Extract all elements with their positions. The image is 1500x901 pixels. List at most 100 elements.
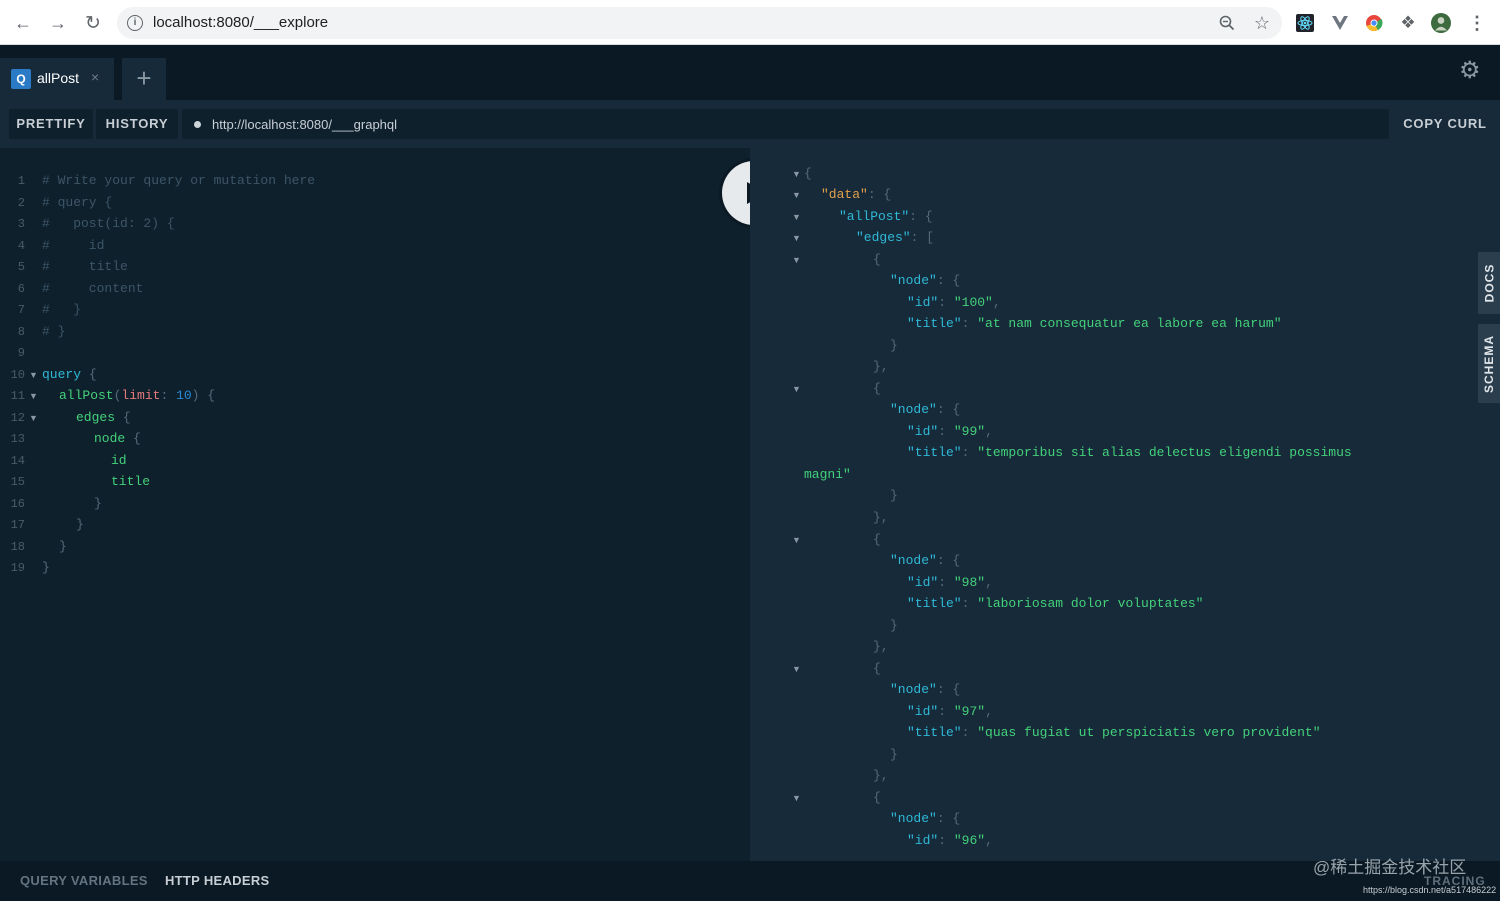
code-line[interactable]: # Write your query or mutation here [42,171,315,191]
fold-arrow-icon[interactable]: ▼ [792,659,801,679]
history-button[interactable]: HISTORY [96,109,178,139]
zoom-icon[interactable] [1217,13,1237,33]
line-number: 19 [10,561,25,575]
close-tab-icon[interactable]: × [91,69,99,85]
line-number: 1 [17,174,25,188]
http-headers-tab[interactable]: HTTP HEADERS [165,873,269,888]
json-line: } [890,747,898,762]
code-line-query[interactable]: query { [42,365,97,385]
query-tab[interactable]: Q allPost × [0,58,114,100]
line-number: 9 [17,346,25,360]
code-line[interactable]: # title [42,257,128,277]
prettify-button[interactable]: PRETTIFY [9,109,93,139]
schema-tab[interactable]: SCHEMA [1478,324,1500,403]
line-number: 5 [17,260,25,274]
code-line[interactable]: # } [42,322,65,342]
address-url[interactable]: localhost:8080/___explore [153,14,328,31]
json-line: }, [873,768,889,783]
code-line[interactable]: } [42,558,50,578]
json-line-id: "id": "99", [907,424,993,439]
code-line[interactable]: } [76,515,84,535]
line-number: 17 [10,518,25,532]
line-number: 8 [17,325,25,339]
json-line: }, [873,359,889,374]
post-id: 96 [961,833,978,848]
json-line: { [873,532,881,547]
json-line: { [873,790,881,805]
fold-arrow-icon[interactable]: ▼ [792,788,801,808]
json-line: }, [873,639,889,654]
line-number: 10 [10,368,25,382]
site-info-icon[interactable]: i [127,15,143,31]
code-line[interactable]: # content [42,279,143,299]
docs-tab[interactable]: DOCS [1478,252,1500,314]
add-tab-button[interactable]: + [122,58,166,100]
fold-arrow-icon[interactable]: ▼ [792,164,801,184]
line-number: 7 [17,303,25,317]
code-line[interactable]: # id [42,236,104,256]
back-arrow-icon[interactable]: ← [12,12,34,34]
endpoint-input[interactable]: http://localhost:8080/___graphql [182,109,1389,139]
json-line: { [873,381,881,396]
fold-arrow-icon[interactable]: ▼ [29,365,38,385]
line-number: 16 [10,497,25,511]
forward-arrow-icon[interactable]: → [47,12,69,34]
code-line[interactable]: # post(id: 2) { [42,214,175,234]
code-line[interactable]: } [59,537,67,557]
post-title: laboriosam dolor voluptates [985,596,1196,611]
fold-arrow-icon[interactable]: ▼ [29,386,38,406]
fold-arrow-icon[interactable]: ▼ [792,185,801,205]
code-line[interactable]: id [111,451,127,471]
query-editor[interactable]: 1 2 3 4 5 6 7 8 9 10 11 12 13 14 15 16 17 18 19 # Write yo… [0,148,750,861]
json-line-allpost: "allPost": { [839,209,933,224]
query-badge: Q [11,69,31,89]
status-dot-icon [194,121,201,128]
address-bar[interactable]: i localhost:8080/___explore ☆ [117,7,1282,39]
star-icon[interactable]: ☆ [1252,13,1272,33]
json-line-node: "node": { [890,273,961,288]
results-viewer[interactable]: ▼ { ▼ "data": { ▼ "allPost": { ▼ "edges"… [750,148,1500,861]
code-line[interactable]: # } [42,300,81,320]
chrome-extension-icon[interactable] [1364,13,1384,33]
code-line[interactable]: # query { [42,193,112,213]
fold-arrow-icon[interactable]: ▼ [29,408,38,428]
json-line: }, [873,510,889,525]
code-line-allpost[interactable]: allPost(limit: 10) { [59,386,215,406]
line-number: 15 [10,475,25,489]
json-line-title: "title": "laboriosam dolor voluptates" [907,596,1204,611]
line-number: 18 [10,540,25,554]
code-line-edges[interactable]: edges { [76,408,131,428]
query-variables-tab[interactable]: QUERY VARIABLES [20,873,148,888]
fold-arrow-icon[interactable]: ▼ [792,250,801,270]
code-line[interactable]: } [94,494,102,514]
json-line-title: "title": "quas fugiat ut perspiciatis ve… [907,725,1321,740]
line-number: 3 [17,217,25,231]
line-number: 12 [10,411,25,425]
fold-arrow-icon[interactable]: ▼ [792,379,801,399]
vue-devtools-icon[interactable] [1330,13,1350,33]
json-line-id: "id": "97", [907,704,993,719]
post-title: at nam consequatur ea labore ea harum [985,316,1274,331]
puzzle-extensions-icon[interactable]: ❖ [1398,13,1418,33]
tab-label[interactable]: allPost [37,70,79,86]
fold-arrow-icon[interactable]: ▼ [792,228,801,248]
react-devtools-icon[interactable] [1295,13,1315,33]
settings-gear-icon[interactable]: ⚙ [1459,59,1483,83]
copy-curl-button[interactable]: COPY CURL [1396,109,1494,139]
watermark-url: https://blog.csdn.net/a517486222 [1363,885,1497,895]
reload-icon[interactable]: ↻ [82,12,104,34]
post-id: 98 [961,575,978,590]
browser-toolbar: ← → ↻ i localhost:8080/___explore ☆ ❖ ⋮ [0,0,1500,45]
code-line-node[interactable]: node { [94,429,141,449]
more-menu-icon[interactable]: ⋮ [1467,13,1487,33]
avatar[interactable] [1431,13,1451,33]
json-line-id: "id": "98", [907,575,993,590]
fold-arrow-icon[interactable]: ▼ [792,207,801,227]
json-line-title: "title": "temporibus sit alias delectus … [907,445,1352,460]
json-line-title-wrap: magni" [804,467,851,482]
json-line-id: "id": "100", [907,295,1001,310]
fold-arrow-icon[interactable]: ▼ [792,530,801,550]
endpoint-url[interactable]: http://localhost:8080/___graphql [212,117,397,132]
json-line: { [804,166,812,181]
code-line[interactable]: title [111,472,150,492]
